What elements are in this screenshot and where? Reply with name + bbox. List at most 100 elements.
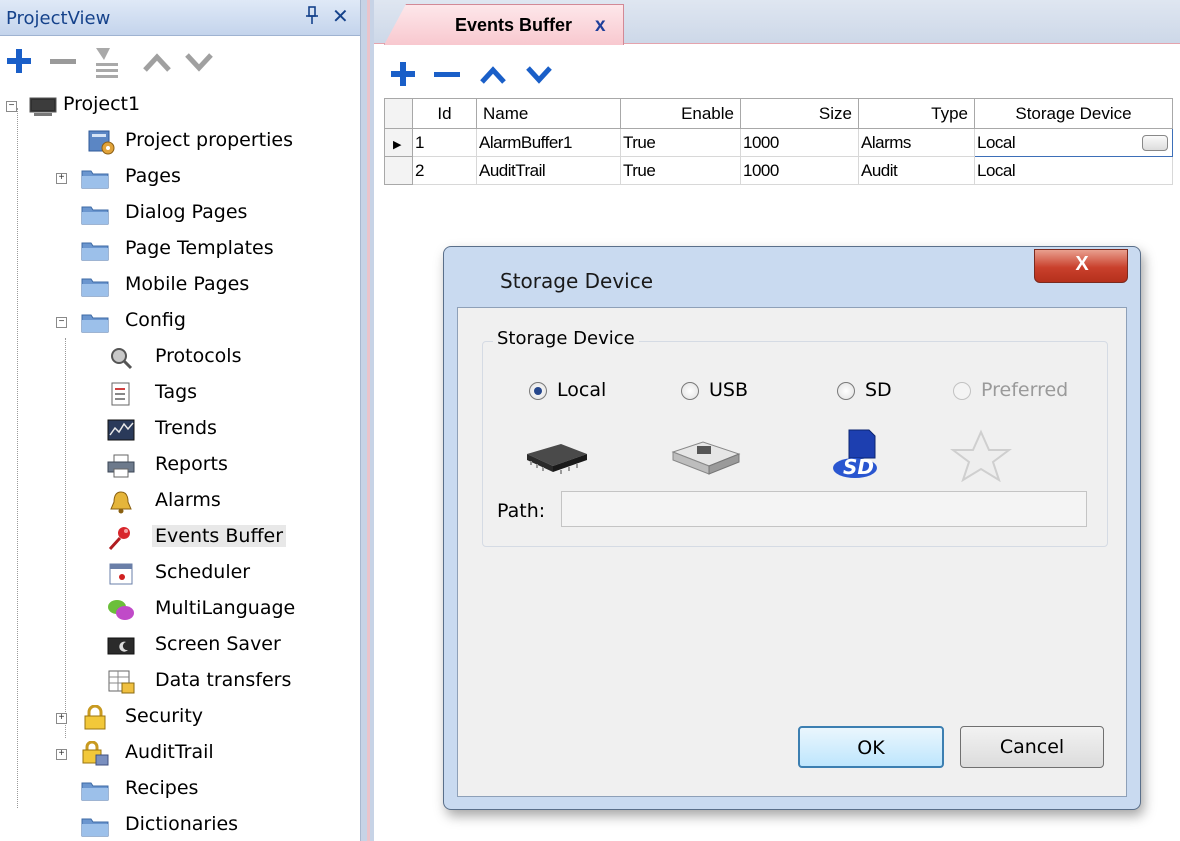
editor-toolbar: [384, 58, 584, 90]
cell-name[interactable]: AuditTrail: [476, 156, 621, 185]
project-view-panel: ProjectView ✕ − Project1 Project propert…: [0, 0, 360, 841]
collapse-icon[interactable]: −: [56, 317, 67, 328]
folder-icon: [81, 818, 109, 837]
expand-icon[interactable]: +: [56, 713, 67, 724]
close-icon: X: [1075, 253, 1089, 275]
tags-icon: [111, 382, 130, 406]
pin-icon[interactable]: [305, 6, 319, 31]
plus-icon: [391, 62, 415, 86]
tree-label: Project properties: [125, 129, 294, 151]
cell-type[interactable]: Alarms: [858, 128, 975, 157]
collapse-icon[interactable]: −: [6, 101, 17, 112]
svg-text:SD: SD: [843, 455, 874, 479]
path-field[interactable]: [561, 491, 1087, 527]
cancel-button[interactable]: Cancel: [960, 726, 1104, 768]
tab-strip: Events Buffer x: [374, 0, 1180, 45]
cell-id[interactable]: 2: [412, 156, 477, 185]
events-buffer-grid: Id Name Enable Size Type Storage Device …: [384, 98, 1173, 185]
usb-drive-icon: [671, 441, 741, 475]
tree-label: Data transfers: [155, 669, 292, 691]
tree-label: Scheduler: [155, 561, 251, 583]
column-header-size[interactable]: Size: [740, 98, 859, 129]
cell-storage-device[interactable]: Local: [974, 156, 1173, 185]
dialog-close-button[interactable]: X: [1034, 249, 1128, 283]
tree-label: MultiLanguage: [155, 597, 296, 619]
row-down-button[interactable]: [522, 58, 556, 90]
radio-indicator: [681, 382, 699, 400]
cell-type[interactable]: Audit: [858, 156, 975, 185]
column-header-id[interactable]: Id: [412, 98, 477, 129]
cell-enable[interactable]: True: [620, 128, 741, 157]
chevron-down-icon: [185, 53, 213, 72]
tree-label: Alarms: [155, 489, 221, 511]
tab-close-icon[interactable]: x: [595, 15, 606, 37]
close-icon[interactable]: ✕: [332, 4, 349, 29]
cell-name[interactable]: AlarmBuffer1: [476, 128, 621, 157]
folder-icon: [81, 278, 109, 297]
tree-label: Events Buffer: [152, 525, 287, 547]
tree-label: Protocols: [155, 345, 242, 367]
folder-icon: [81, 782, 109, 801]
plus-icon: [7, 49, 31, 73]
table-row[interactable]: 2 AuditTrail True 1000 Audit Local: [384, 156, 1173, 185]
protocols-icon: [111, 348, 133, 370]
pushpin-icon: [108, 527, 130, 551]
tree-label: Project1: [63, 93, 141, 115]
column-header-storage-device[interactable]: Storage Device: [974, 98, 1173, 129]
row-selector[interactable]: [384, 156, 413, 185]
radio-indicator: [837, 382, 855, 400]
tree-guide-line: [65, 338, 66, 738]
radio-label: Local: [557, 379, 607, 401]
calendar-icon: [109, 563, 133, 585]
splitter-accent: [367, 0, 370, 841]
tab-events-buffer[interactable]: Events Buffer x: [384, 4, 624, 45]
row-up-button[interactable]: [476, 58, 510, 90]
column-header-enable[interactable]: Enable: [620, 98, 741, 129]
column-header-type[interactable]: Type: [858, 98, 975, 129]
project-view-toolbar: [0, 40, 360, 90]
cell-enable[interactable]: True: [620, 156, 741, 185]
expand-icon[interactable]: +: [56, 749, 67, 760]
cell-storage-device[interactable]: Local: [974, 128, 1173, 157]
cell-storage-value: Local: [977, 132, 1016, 152]
ellipsis-button[interactable]: [1142, 135, 1168, 151]
bell-icon: [110, 491, 132, 514]
tree-label: Pages: [125, 165, 181, 187]
folder-icon: [81, 314, 109, 333]
folder-icon: [81, 242, 109, 261]
tree-label: Mobile Pages: [125, 273, 250, 295]
folder-icon: [81, 206, 109, 225]
chevron-down-icon: [526, 66, 552, 84]
remove-row-button[interactable]: [430, 58, 464, 90]
column-header-name[interactable]: Name: [476, 98, 621, 129]
chevron-up-icon: [143, 53, 171, 72]
properties-button[interactable]: [90, 40, 124, 84]
cell-size[interactable]: 1000: [740, 128, 859, 157]
ok-button[interactable]: OK: [798, 726, 944, 768]
data-transfer-icon: [108, 670, 135, 694]
audit-lock-icon: [82, 741, 109, 766]
row-selector-icon[interactable]: ▶: [384, 128, 413, 157]
panel-splitter[interactable]: [360, 0, 374, 841]
add-row-button[interactable]: [386, 58, 420, 90]
dialog-client-area: Storage Device Local USB SD Preferred SD…: [457, 307, 1127, 797]
screen-saver-icon: [107, 637, 135, 655]
tree-label: Screen Saver: [155, 633, 281, 655]
storage-device-dialog: Storage Device X Storage Device Local US…: [443, 246, 1141, 810]
speech-bubbles-icon: [108, 600, 134, 620]
expand-icon[interactable]: +: [56, 173, 67, 184]
properties-icon: [96, 48, 118, 78]
table-row[interactable]: ▶ 1 AlarmBuffer1 True 1000 Alarms Local: [384, 128, 1173, 157]
row-header-corner: [384, 98, 413, 129]
remove-button[interactable]: [46, 40, 80, 84]
cell-id[interactable]: 1: [412, 128, 477, 157]
tree-label: Security: [125, 705, 204, 727]
add-button[interactable]: [2, 40, 36, 84]
cell-size[interactable]: 1000: [740, 156, 859, 185]
trends-icon: [107, 419, 135, 441]
move-up-button[interactable]: [140, 40, 174, 84]
tree-label: Recipes: [125, 777, 199, 799]
grid-header-row: Id Name Enable Size Type Storage Device: [384, 98, 1173, 129]
tree-label: Reports: [155, 453, 228, 475]
move-down-button[interactable]: [182, 40, 216, 84]
